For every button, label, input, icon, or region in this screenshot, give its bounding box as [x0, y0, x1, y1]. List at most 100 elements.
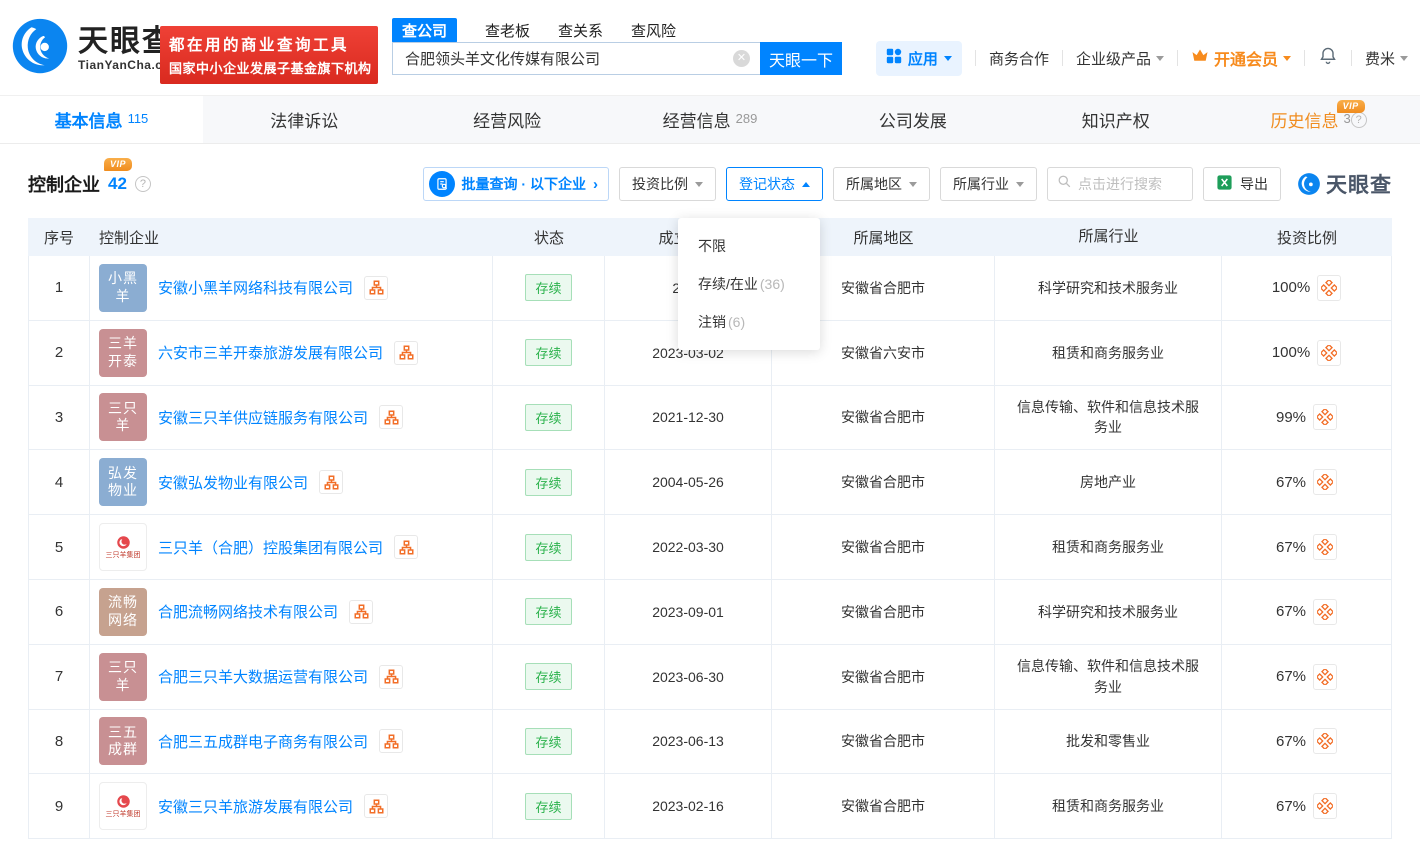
- apps-menu[interactable]: 应用: [876, 41, 962, 76]
- search-tabs: 查公司 查老板 查关系 查风险: [392, 18, 676, 43]
- equity-structure-icon[interactable]: [379, 729, 403, 753]
- row-index: 3: [28, 386, 90, 450]
- invest-ratio: 67%: [1276, 474, 1306, 491]
- dropdown-option-cancelled[interactable]: 注销(6): [678, 303, 820, 341]
- company-logo[interactable]: 三只羊: [99, 653, 147, 701]
- chevron-up-icon: [802, 182, 810, 187]
- equity-penetration-icon[interactable]: [1313, 534, 1337, 560]
- nav-cooperation[interactable]: 商务合作: [989, 48, 1049, 69]
- divider: [1062, 50, 1063, 66]
- filter-registration-status[interactable]: 登记状态: [726, 167, 823, 201]
- company-logo[interactable]: 三只羊集团: [99, 523, 147, 571]
- banner-line2: 国家中小企业发展子基金旗下机构: [169, 58, 369, 77]
- search-tab-relation[interactable]: 查关系: [558, 20, 603, 41]
- filter-industry[interactable]: 所属行业: [940, 167, 1037, 201]
- tab-company-development[interactable]: 公司发展: [811, 96, 1014, 143]
- equity-structure-icon[interactable]: [364, 276, 388, 300]
- list-search-input[interactable]: [1078, 176, 1183, 192]
- status-badge: 存续: [525, 339, 571, 366]
- equity-structure-icon[interactable]: [394, 535, 418, 559]
- search-tab-risk[interactable]: 查风险: [631, 20, 676, 41]
- search-tab-boss[interactable]: 查老板: [485, 20, 530, 41]
- invest-ratio: 67%: [1276, 603, 1306, 620]
- industry: 批发和零售业: [995, 710, 1222, 774]
- company-logo[interactable]: 弘发物业: [99, 458, 147, 506]
- equity-penetration-icon[interactable]: [1317, 340, 1341, 366]
- company-name-link[interactable]: 合肥三只羊大数据运营有限公司: [158, 666, 368, 687]
- status-badge: 存续: [525, 534, 571, 561]
- filter-region[interactable]: 所属地区: [833, 167, 930, 201]
- search-tab-company[interactable]: 查公司: [392, 18, 457, 43]
- list-search-box[interactable]: [1047, 167, 1193, 201]
- company-name-link[interactable]: 合肥流畅网络技术有限公司: [158, 601, 338, 622]
- equity-penetration-icon[interactable]: [1317, 275, 1341, 301]
- crown-icon: [1191, 48, 1209, 68]
- equity-structure-icon[interactable]: [379, 665, 403, 689]
- equity-structure-icon[interactable]: [364, 794, 388, 818]
- region: 安徽省合肥市: [772, 450, 995, 514]
- company-logo[interactable]: 流畅网络: [99, 588, 147, 636]
- table-row: 7 三只羊 合肥三只羊大数据运营有限公司 存续 2023-06-30 安徽省合肥…: [28, 645, 1392, 710]
- status-badge: 存续: [525, 793, 571, 820]
- industry: 房地产业: [995, 450, 1222, 514]
- notification-bell-icon[interactable]: [1318, 45, 1338, 71]
- help-icon[interactable]: ?: [1351, 112, 1367, 128]
- equity-penetration-icon[interactable]: [1313, 793, 1337, 819]
- tab-operation-info[interactable]: 经营信息 289: [609, 96, 812, 143]
- equity-structure-icon[interactable]: [319, 470, 343, 494]
- company-logo[interactable]: 三只羊集团: [99, 782, 147, 830]
- invest-ratio: 67%: [1276, 798, 1306, 815]
- open-membership-button[interactable]: 开通会员: [1191, 46, 1291, 70]
- tab-intellectual-property[interactable]: 知识产权: [1014, 96, 1217, 143]
- tab-basic-info[interactable]: 基本信息 115: [0, 96, 203, 143]
- equity-penetration-icon[interactable]: [1313, 469, 1337, 495]
- tab-history-info[interactable]: 历史信息 3 ? VIP: [1217, 96, 1420, 143]
- company-logo[interactable]: 三只羊: [99, 393, 147, 441]
- equity-structure-icon[interactable]: [349, 600, 373, 624]
- company-name-link[interactable]: 安徽小黑羊网络科技有限公司: [158, 277, 353, 298]
- company-name-link[interactable]: 三只羊（合肥）控股集团有限公司: [158, 537, 383, 558]
- chevron-down-icon: [909, 182, 917, 187]
- invest-ratio: 100%: [1272, 279, 1310, 296]
- equity-structure-icon[interactable]: [394, 341, 418, 365]
- dropdown-option-active[interactable]: 存续/在业(36): [678, 265, 820, 303]
- tianyancha-logo[interactable]: 天眼查 TianYanCha.com: [10, 16, 181, 81]
- company-logo[interactable]: 三五成群: [99, 717, 147, 765]
- company-logo[interactable]: 三羊开泰: [99, 329, 147, 377]
- company-name-link[interactable]: 六安市三羊开泰旅游发展有限公司: [158, 342, 383, 363]
- chevron-right-icon: ›: [593, 176, 598, 193]
- region: 安徽省合肥市: [772, 645, 995, 709]
- company-name-link[interactable]: 合肥三五成群电子商务有限公司: [158, 731, 368, 752]
- batch-doc-icon: [429, 171, 455, 197]
- divider: [975, 50, 976, 66]
- filter-invest-ratio[interactable]: 投资比例: [619, 167, 716, 201]
- user-menu[interactable]: 费米: [1365, 48, 1408, 69]
- clear-search-icon[interactable]: ✕: [733, 50, 750, 67]
- tab-legal[interactable]: 法律诉讼: [203, 96, 406, 143]
- equity-penetration-icon[interactable]: [1313, 664, 1337, 690]
- table-row: 3 三只羊 安徽三只羊供应链服务有限公司 存续 2021-12-30 安徽省合肥…: [28, 386, 1392, 451]
- equity-structure-icon[interactable]: [379, 405, 403, 429]
- equity-penetration-icon[interactable]: [1313, 728, 1337, 754]
- top-header: 天眼查 TianYanCha.com 都在用的商业查询工具 国家中小企业发展子基…: [0, 0, 1420, 95]
- chevron-down-icon: [1016, 182, 1024, 187]
- status-badge: 存续: [525, 728, 571, 755]
- tab-operation-risk[interactable]: 经营风险: [406, 96, 609, 143]
- nav-enterprise[interactable]: 企业级产品: [1076, 48, 1164, 69]
- status-badge: 存续: [525, 663, 571, 690]
- equity-penetration-icon[interactable]: [1313, 599, 1337, 625]
- username: 费米: [1365, 48, 1395, 69]
- company-logo[interactable]: 小黑羊: [99, 264, 147, 312]
- row-index: 1: [28, 256, 90, 320]
- batch-query-button[interactable]: 批量查询 · 以下企业 ›: [423, 167, 609, 201]
- search-button[interactable]: 天眼一下: [760, 42, 842, 75]
- dropdown-option-all[interactable]: 不限: [678, 227, 820, 265]
- equity-penetration-icon[interactable]: [1313, 404, 1337, 430]
- export-button[interactable]: 导出: [1203, 167, 1281, 201]
- company-name-link[interactable]: 安徽弘发物业有限公司: [158, 472, 308, 493]
- invest-ratio: 67%: [1276, 668, 1306, 685]
- help-icon[interactable]: ?: [135, 176, 151, 192]
- search-input[interactable]: [392, 42, 760, 75]
- company-name-link[interactable]: 安徽三只羊旅游发展有限公司: [158, 796, 353, 817]
- company-name-link[interactable]: 安徽三只羊供应链服务有限公司: [158, 407, 368, 428]
